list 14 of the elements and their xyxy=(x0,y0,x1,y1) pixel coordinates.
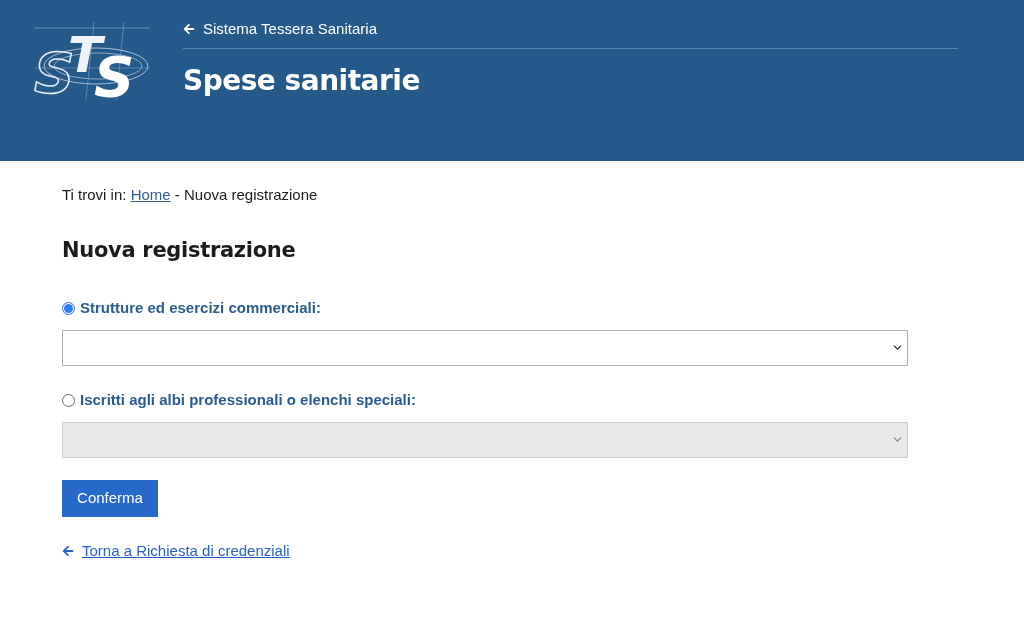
dropdown-field[interactable] xyxy=(62,330,908,366)
breadcrumb: Ti trovi in: Home - Nuova registrazione xyxy=(62,185,318,205)
page-heading: Nuova registrazione xyxy=(62,237,296,264)
option-label: Strutture ed esercizi commerciali: xyxy=(80,297,321,318)
confirm-button[interactable]: Conferma xyxy=(62,480,158,517)
home-link[interactable]: Home xyxy=(130,186,171,203)
arrow-left-icon xyxy=(183,23,195,35)
option-label: Iscritti agli albi professionali o elenchi speciali: xyxy=(80,389,416,410)
arrow-left-icon xyxy=(62,545,74,558)
radio-button[interactable] xyxy=(62,301,75,315)
back-link[interactable]: Sistema Tessera Sanitaria xyxy=(183,20,377,38)
radio-button[interactable] xyxy=(62,393,75,407)
back-link[interactable]: Torna a Richiesta di credenziali xyxy=(62,540,290,563)
site-title: Spese sanitarie xyxy=(183,63,420,99)
